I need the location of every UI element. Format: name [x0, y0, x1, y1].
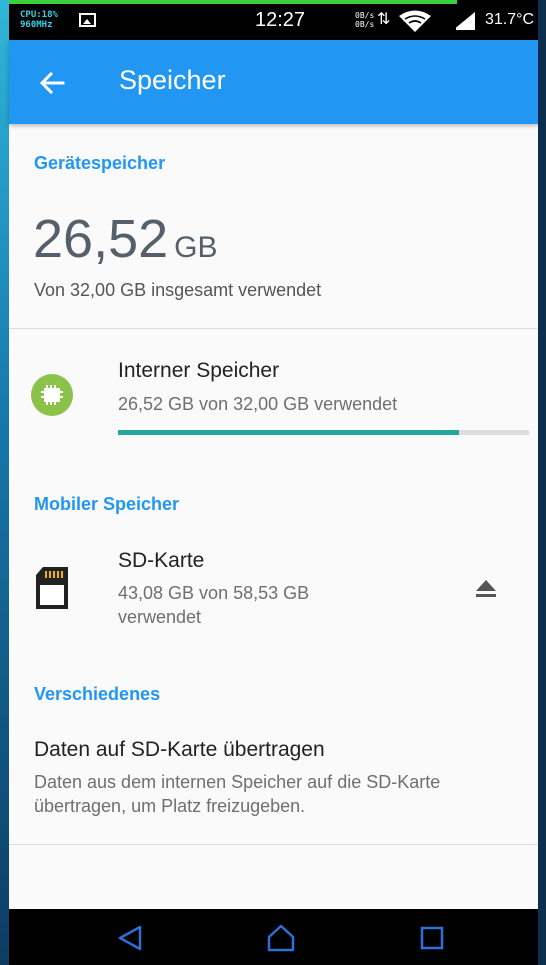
internal-storage-progress [118, 430, 529, 435]
transfer-description-line2: übertragen, um Platz freizugeben. [34, 796, 306, 816]
nav-recents-icon[interactable] [420, 926, 444, 950]
right-wallpaper-edge [538, 0, 546, 965]
status-bar: CPU:18% 960MHz 12:27 0B/s 0B/s ⇅ 31.7°C [9, 0, 538, 40]
page-title: Speicher [119, 65, 226, 95]
net-down: 0B/s [355, 20, 375, 29]
internal-storage-progress-fill [118, 430, 459, 435]
sd-card-usage: 43,08 GB von 58,53 GB verwendet [118, 581, 309, 629]
cpu-frequency: 960MHz [20, 20, 53, 30]
arrow-back-icon[interactable] [37, 68, 67, 98]
internal-storage-usage: 26,52 GB von 32,00 GB verwendet [118, 394, 398, 414]
image-icon [79, 13, 96, 27]
cpu-usage: CPU:18% [20, 10, 58, 20]
navigation-bar [9, 909, 538, 965]
device-storage-header: Gerätespeicher [34, 153, 166, 173]
sd-card-title: SD-Karte [118, 549, 205, 572]
transfer-title: Daten auf SD-Karte übertragen [34, 738, 325, 761]
temperature: 31.7°C [485, 11, 535, 28]
wifi-icon [399, 10, 431, 32]
used-storage-total: 26,52 GB [33, 208, 218, 270]
phone-screen: CPU:18% 960MHz 12:27 0B/s 0B/s ⇅ 31.7°C … [9, 0, 538, 965]
used-storage-unit: GB [174, 231, 218, 264]
chip-icon [31, 374, 73, 416]
transfer-description: Daten aus dem internen Speicher auf die … [34, 770, 440, 818]
sd-card-icon [36, 567, 68, 609]
left-wallpaper-edge [0, 0, 9, 965]
sd-card-usage-line2: verwendet [118, 607, 202, 627]
nav-back-icon[interactable] [117, 924, 143, 952]
portable-storage-header: Mobiler Speicher [34, 494, 180, 514]
nav-home-icon[interactable] [266, 923, 296, 953]
misc-header: Verschiedenes [34, 684, 161, 704]
signal-icon [453, 12, 475, 30]
transfer-description-line1: Daten aus dem internen Speicher auf die … [34, 772, 441, 792]
internal-storage-title: Interner Speicher [118, 359, 280, 382]
clock: 12:27 [255, 9, 306, 31]
used-storage-value: 26,52 [33, 209, 169, 269]
net-speed: 0B/s 0B/s [355, 11, 374, 29]
divider [9, 328, 538, 329]
app-bar: Speicher [9, 40, 538, 124]
net-up: 0B/s [355, 11, 375, 20]
chip-glyph [41, 385, 63, 405]
sd-card-usage-line1: 43,08 GB von 58,53 GB [118, 583, 310, 603]
storage-summary: Von 32,00 GB insgesamt verwendet [34, 280, 322, 300]
divider [9, 844, 538, 845]
eject-icon[interactable] [475, 577, 497, 599]
cpu-readout: CPU:18% 960MHz [20, 10, 58, 30]
status-progress-line [9, 0, 457, 4]
data-arrows-icon: ⇅ [377, 9, 391, 28]
